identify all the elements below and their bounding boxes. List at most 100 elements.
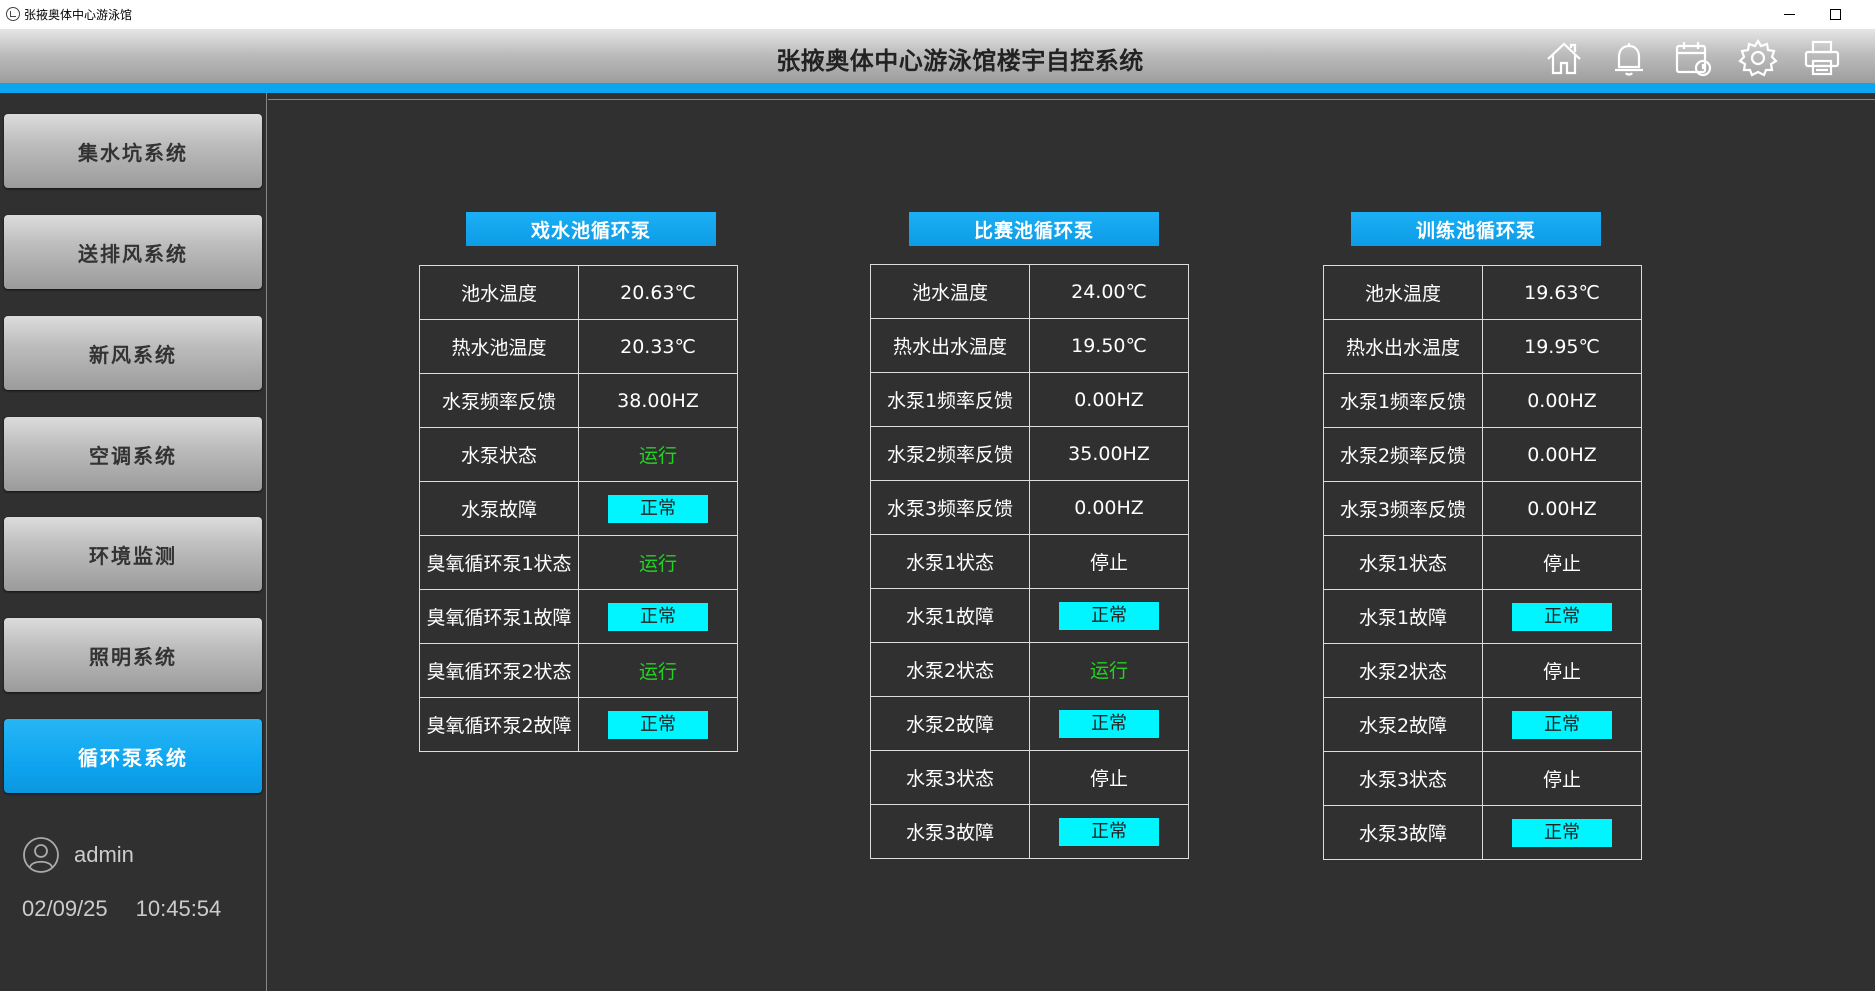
row-label: 水泵3状态 <box>1323 751 1483 806</box>
row-value-cell: 运行 <box>578 643 738 698</box>
row-value-cell: 正常 <box>1029 588 1189 643</box>
gear-icon[interactable] <box>1737 37 1779 79</box>
row-value: 0.00HZ <box>1527 497 1597 520</box>
row-label: 水泵1频率反馈 <box>870 372 1030 427</box>
row-value-cell: 正常 <box>1482 805 1642 860</box>
table-row: 水泵3频率反馈 0.00HZ <box>1323 481 1642 536</box>
row-value-cell: 20.33℃ <box>578 319 738 374</box>
window-title: 张掖奥体中心游泳馆 <box>24 8 133 22</box>
row-label: 水泵2频率反馈 <box>1323 427 1483 482</box>
status-stopped: 停止 <box>1089 768 1128 790</box>
row-label: 水泵3频率反馈 <box>870 480 1030 535</box>
row-value: 19.63℃ <box>1524 281 1600 304</box>
status-badge-normal: 正常 <box>1059 601 1159 630</box>
table-row: 臭氧循环泵2状态 运行 <box>419 643 738 698</box>
app-icon <box>6 7 20 21</box>
status-badge-normal: 正常 <box>608 710 708 739</box>
table-row: 臭氧循环泵1状态 运行 <box>419 535 738 590</box>
table-row: 水泵1状态 停止 <box>1323 535 1642 590</box>
training-pool-table: 池水温度 19.63℃ 热水出水温度 19.95℃ 水泵1频率反馈 0.00HZ 水泵2频率… <box>1323 265 1642 860</box>
row-value-cell: 停止 <box>1482 751 1642 806</box>
table-row: 水泵1频率反馈 0.00HZ <box>1323 373 1642 428</box>
row-value-cell: 19.63℃ <box>1482 265 1642 320</box>
row-value-cell: 停止 <box>1482 643 1642 698</box>
row-value-cell: 停止 <box>1029 534 1189 589</box>
calendar-icon[interactable] <box>1672 37 1714 79</box>
user-icon <box>22 836 60 874</box>
status-badge-normal: 正常 <box>1512 818 1612 847</box>
sidebar-item-sump[interactable]: 集水坑系统 <box>4 114 262 188</box>
row-value-cell: 0.00HZ <box>1482 481 1642 536</box>
row-label: 水泵状态 <box>419 427 579 482</box>
table-row: 水泵3状态 停止 <box>870 750 1189 805</box>
table-row: 水泵状态 运行 <box>419 427 738 482</box>
time-text: 10:45:54 <box>135 896 222 921</box>
table-row: 水泵2频率反馈 35.00HZ <box>870 426 1189 481</box>
row-value-cell: 运行 <box>578 427 738 482</box>
panel-title-training-pool: 训练池循环泵 <box>1351 212 1601 246</box>
table-row: 热水出水温度 19.95℃ <box>1323 319 1642 374</box>
row-value-cell: 正常 <box>1029 804 1189 859</box>
status-badge-normal: 正常 <box>1059 709 1159 738</box>
table-row: 池水温度 24.00℃ <box>870 264 1189 319</box>
row-value-cell: 0.00HZ <box>1482 427 1642 482</box>
row-value-cell: 正常 <box>1029 696 1189 751</box>
sidebar-item-fresh-air[interactable]: 新风系统 <box>4 316 262 390</box>
table-row: 水泵2故障 正常 <box>870 696 1189 751</box>
table-row: 水泵3故障 正常 <box>1323 805 1642 860</box>
row-label: 水泵3频率反馈 <box>1323 481 1483 536</box>
table-row: 臭氧循环泵1故障 正常 <box>419 589 738 644</box>
sidebar-item-ventilation[interactable]: 送排风系统 <box>4 215 262 289</box>
row-value-cell: 正常 <box>1482 589 1642 644</box>
row-value-cell: 24.00℃ <box>1029 264 1189 319</box>
sidebar-item-circulation-pump[interactable]: 循环泵系统 <box>4 719 262 793</box>
row-value: 20.63℃ <box>620 281 696 304</box>
table-row: 水泵3状态 停止 <box>1323 751 1642 806</box>
table-row: 水泵1故障 正常 <box>1323 589 1642 644</box>
row-label: 臭氧循环泵1故障 <box>419 589 579 644</box>
minimize-button[interactable] <box>1766 0 1812 29</box>
row-label: 水泵1频率反馈 <box>1323 373 1483 428</box>
table-row: 水泵1频率反馈 0.00HZ <box>870 372 1189 427</box>
status-badge-normal: 正常 <box>608 494 708 523</box>
leisure-pool-table: 池水温度 20.63℃ 热水池温度 20.33℃ 水泵频率反馈 38.00HZ 水泵状态 运行… <box>419 265 738 752</box>
row-label: 热水出水温度 <box>870 318 1030 373</box>
table-row: 水泵2状态 停止 <box>1323 643 1642 698</box>
sidebar-item-air-conditioning[interactable]: 空调系统 <box>4 417 262 491</box>
table-row: 水泵3频率反馈 0.00HZ <box>870 480 1189 535</box>
printer-icon[interactable] <box>1801 37 1843 79</box>
row-value: 0.00HZ <box>1527 443 1597 466</box>
sidebar-item-lighting[interactable]: 照明系统 <box>4 618 262 692</box>
row-value-cell: 19.95℃ <box>1482 319 1642 374</box>
row-value: 19.50℃ <box>1071 334 1147 357</box>
bell-icon[interactable] <box>1608 37 1650 79</box>
user-info: admin <box>22 836 134 874</box>
row-value: 20.33℃ <box>620 335 696 358</box>
row-label: 水泵3状态 <box>870 750 1030 805</box>
row-label: 水泵2故障 <box>870 696 1030 751</box>
row-value: 0.00HZ <box>1074 388 1144 411</box>
row-label: 水泵3故障 <box>870 804 1030 859</box>
table-row: 水泵2频率反馈 0.00HZ <box>1323 427 1642 482</box>
row-label: 水泵1故障 <box>870 588 1030 643</box>
status-badge-normal: 正常 <box>1059 817 1159 846</box>
row-label: 池水温度 <box>870 264 1030 319</box>
row-value-cell: 0.00HZ <box>1029 372 1189 427</box>
sidebar-item-environment[interactable]: 环境监测 <box>4 517 262 591</box>
table-row: 水泵故障 正常 <box>419 481 738 536</box>
main-content: 戏水池循环泵 池水温度 20.63℃ 热水池温度 20.33℃ 水泵频率反馈 38.00H… <box>268 99 1875 991</box>
status-stopped: 停止 <box>1542 553 1581 575</box>
panel-title-leisure-pool: 戏水池循环泵 <box>466 212 716 246</box>
status-running: 运行 <box>638 445 677 467</box>
home-icon[interactable] <box>1543 37 1585 79</box>
row-label: 臭氧循环泵2状态 <box>419 643 579 698</box>
table-row: 水泵3故障 正常 <box>870 804 1189 859</box>
row-label: 水泵2故障 <box>1323 697 1483 752</box>
row-value-cell: 停止 <box>1482 535 1642 590</box>
competition-pool-table: 池水温度 24.00℃ 热水出水温度 19.50℃ 水泵1频率反馈 0.00HZ 水泵2频率… <box>870 264 1189 859</box>
table-row: 池水温度 20.63℃ <box>419 265 738 320</box>
maximize-button[interactable] <box>1812 0 1858 29</box>
table-row: 水泵2状态 运行 <box>870 642 1189 697</box>
row-value-cell: 正常 <box>578 481 738 536</box>
status-running: 运行 <box>638 553 677 575</box>
